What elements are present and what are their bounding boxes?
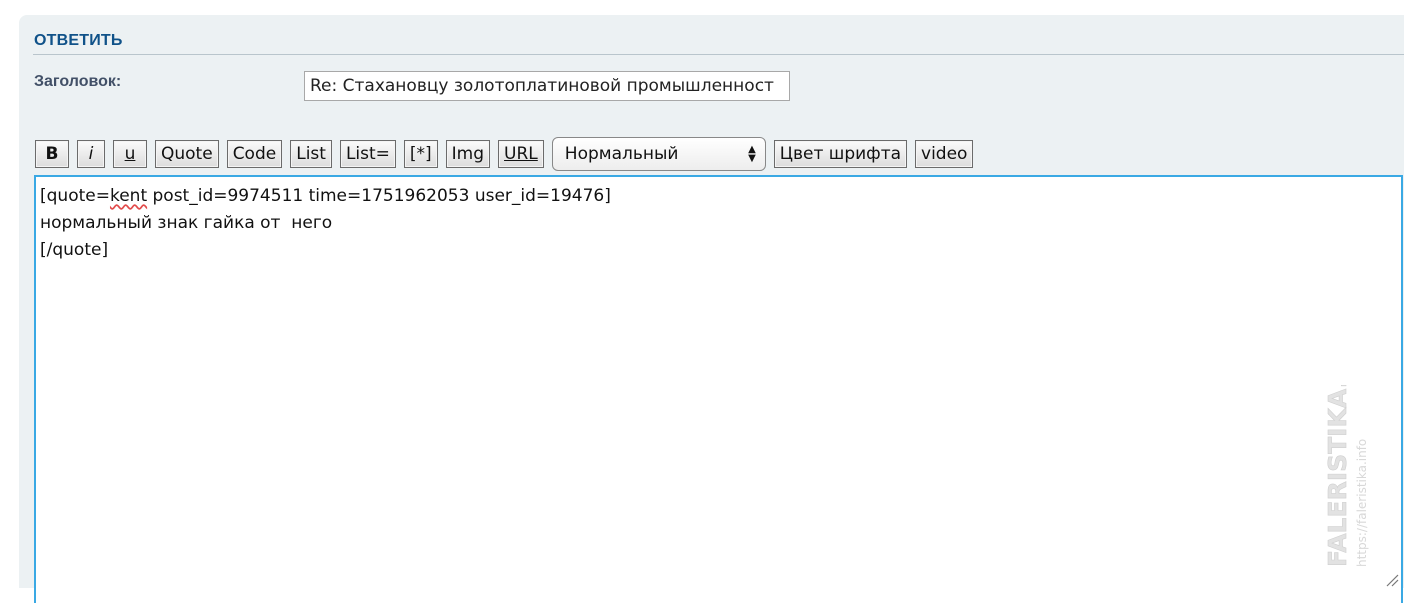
font-size-select[interactable]: Нормальный ▲ ▼ [551,137,766,171]
img-button[interactable]: Img [445,140,491,168]
watermark-url: https://faleristika.info [1355,439,1369,567]
url-button[interactable]: URL [498,140,544,168]
watermark: FALERISTIKA.INFO https://faleristika.inf… [1323,385,1369,567]
quote-button[interactable]: Quote [155,140,219,168]
list-item-button[interactable]: [*] [403,140,438,168]
message-textarea[interactable]: [quote=kent post_id=9974511 time=1751962… [34,175,1403,603]
editor-line: нормальный знак гайка от него [40,213,333,233]
subject-input[interactable]: Re: Стахановцу золотоплатиновой промышле… [304,71,790,101]
ordered-list-button[interactable]: List= [339,140,396,168]
code-button[interactable]: Code [226,140,283,168]
italic-button[interactable]: i [77,140,105,168]
up-down-arrows-icon: ▲ ▼ [748,144,756,164]
panel-title: ОТВЕТИТЬ [34,32,123,49]
font-size-value: Нормальный [564,144,679,164]
editor-line: [/quote] [40,240,109,260]
quote-username: kent [109,186,148,206]
bbcode-toolbar: B i u Quote Code List List= [*] Img URL … [35,136,974,172]
resize-grip-icon[interactable] [1385,573,1399,587]
quote-open-suffix: post_id=9974511 time=1751962053 user_id=… [147,186,611,206]
list-button[interactable]: List [290,140,332,168]
quote-open-prefix: [quote= [40,186,110,206]
reply-panel: ОТВЕТИТЬ Заголовок: Re: Стахановцу золот… [19,15,1404,603]
watermark-main: FALERISTIKA.INFO [1323,385,1352,567]
font-color-button[interactable]: Цвет шрифта [773,140,908,168]
underline-button[interactable]: u [113,140,147,168]
subject-label: Заголовок: [34,73,122,90]
video-button[interactable]: video [915,140,974,168]
editor-line: [quote=kent post_id=9974511 time=1751962… [40,183,1397,210]
divider [33,54,1404,55]
bold-button[interactable]: B [35,140,69,168]
